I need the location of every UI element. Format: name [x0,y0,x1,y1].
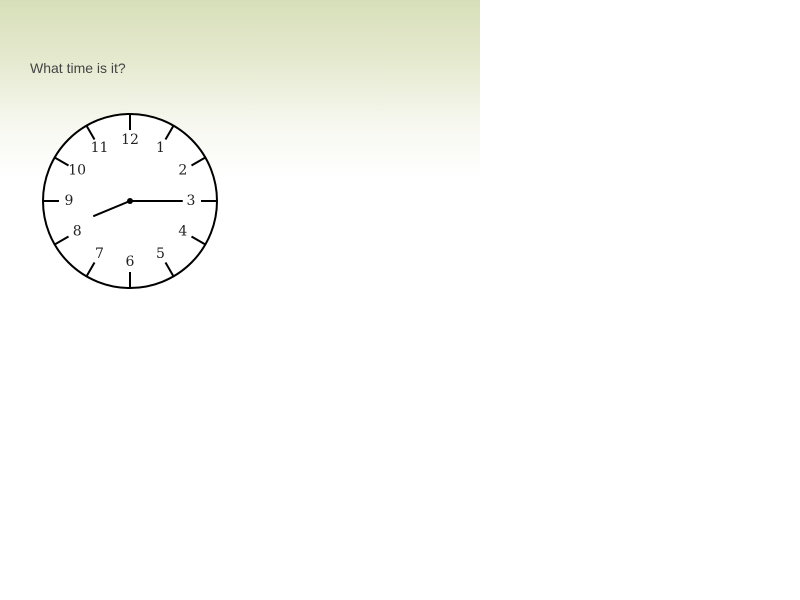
clock-numeral-5: 5 [156,246,165,262]
clock-numeral-7: 7 [95,246,104,262]
clock-numeral-6: 6 [126,254,135,270]
clock-numeral-10: 10 [68,163,86,179]
page: What time is it? 12 1 2 3 4 5 6 7 8 9 10… [0,0,800,600]
clock-numeral-8: 8 [73,224,82,240]
clock-center-pin [127,198,133,204]
clock-numeral-9: 9 [65,193,74,209]
clock-numeral-11: 11 [91,140,109,156]
clock-numeral-3: 3 [187,193,196,209]
analog-clock: 12 1 2 3 4 5 6 7 8 9 10 11 [42,113,218,289]
clock-numeral-2: 2 [178,163,187,179]
clock-numeral-1: 1 [156,140,165,156]
question-prompt: What time is it? [30,60,126,76]
clock-numeral-12: 12 [121,132,139,148]
clock-numeral-4: 4 [178,224,187,240]
